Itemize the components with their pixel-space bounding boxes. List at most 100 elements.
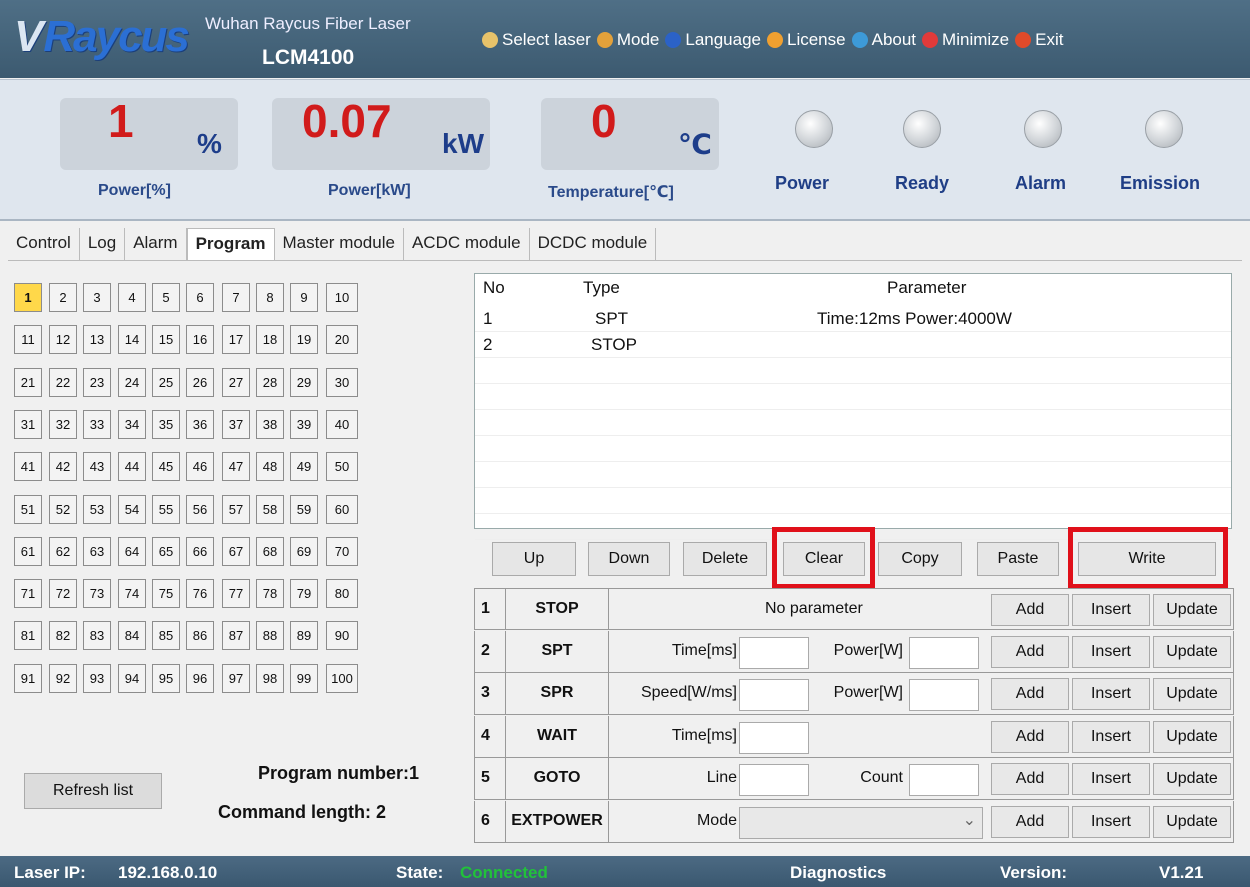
program-slot-button[interactable]: 83 — [83, 621, 111, 651]
param-input[interactable] — [909, 764, 979, 796]
program-slot-button[interactable]: 19 — [290, 325, 318, 355]
program-slot-button[interactable]: 43 — [83, 452, 111, 482]
menu-about[interactable]: About — [851, 30, 916, 50]
program-slot-button[interactable]: 7 — [222, 283, 250, 312]
program-slot-button[interactable]: 34 — [118, 409, 146, 439]
down-button[interactable]: Down — [588, 542, 670, 576]
program-slot-button[interactable]: 48 — [256, 452, 284, 482]
program-slot-button[interactable]: 32 — [49, 409, 77, 439]
program-slot-button[interactable]: 2 — [49, 283, 77, 312]
program-slot-button[interactable]: 13 — [83, 325, 111, 355]
program-slot-button[interactable]: 81 — [14, 621, 42, 651]
update-button[interactable]: Update — [1153, 720, 1231, 753]
program-slot-button[interactable]: 36 — [186, 409, 214, 439]
program-slot-button[interactable]: 22 — [49, 367, 77, 397]
insert-button[interactable]: Insert — [1072, 763, 1150, 795]
program-slot-button[interactable]: 47 — [222, 452, 250, 482]
program-slot-button[interactable]: 75 — [152, 579, 180, 609]
program-slot-button[interactable]: 25 — [152, 367, 180, 397]
program-slot-button[interactable]: 26 — [186, 367, 214, 397]
program-slot-button[interactable]: 61 — [14, 536, 42, 566]
program-slot-button[interactable]: 50 — [326, 452, 358, 482]
diagnostics-link[interactable]: Diagnostics — [790, 863, 886, 883]
program-slot-button[interactable]: 58 — [256, 494, 284, 524]
refresh-list-button[interactable]: Refresh list — [24, 773, 162, 809]
program-slot-button[interactable]: 91 — [14, 663, 42, 693]
program-slot-button[interactable]: 56 — [186, 494, 214, 524]
program-slot-button[interactable]: 77 — [222, 579, 250, 609]
program-slot-button[interactable]: 62 — [49, 536, 77, 566]
program-slot-button[interactable]: 10 — [326, 283, 358, 312]
insert-button[interactable]: Insert — [1072, 635, 1150, 668]
add-button[interactable]: Add — [991, 678, 1069, 710]
program-slot-button[interactable]: 71 — [14, 579, 42, 609]
program-slot-button[interactable]: 33 — [83, 409, 111, 439]
program-slot-button[interactable]: 99 — [290, 663, 318, 693]
program-slot-button[interactable]: 74 — [118, 579, 146, 609]
program-slot-button[interactable]: 11 — [14, 325, 42, 355]
program-slot-button[interactable]: 69 — [290, 536, 318, 566]
tab-master-module[interactable]: Master module — [275, 228, 404, 260]
program-slot-button[interactable]: 8 — [256, 283, 284, 312]
paste-button[interactable]: Paste — [977, 542, 1059, 576]
insert-button[interactable]: Insert — [1072, 594, 1150, 626]
program-slot-button[interactable]: 3 — [83, 283, 111, 312]
tab-log[interactable]: Log — [80, 228, 126, 260]
tab-program[interactable]: Program — [186, 228, 275, 260]
program-slot-button[interactable]: 29 — [290, 367, 318, 397]
program-slot-button[interactable]: 1 — [14, 283, 42, 312]
param-input[interactable] — [739, 764, 809, 796]
program-slot-button[interactable]: 52 — [49, 494, 77, 524]
tab-control[interactable]: Control — [8, 228, 80, 260]
program-slot-button[interactable]: 95 — [152, 663, 180, 693]
add-button[interactable]: Add — [991, 805, 1069, 838]
tab-dcdc-module[interactable]: DCDC module — [530, 228, 657, 260]
program-slot-button[interactable]: 100 — [326, 663, 358, 693]
program-slot-button[interactable]: 40 — [326, 409, 358, 439]
program-slot-button[interactable]: 97 — [222, 663, 250, 693]
program-slot-button[interactable]: 21 — [14, 367, 42, 397]
update-button[interactable]: Update — [1153, 763, 1231, 795]
menu-language[interactable]: Language — [665, 30, 761, 50]
program-slot-button[interactable]: 70 — [326, 536, 358, 566]
program-slot-button[interactable]: 78 — [256, 579, 284, 609]
program-slot-button[interactable]: 38 — [256, 409, 284, 439]
program-slot-button[interactable]: 66 — [186, 536, 214, 566]
program-slot-button[interactable]: 67 — [222, 536, 250, 566]
program-slot-button[interactable]: 23 — [83, 367, 111, 397]
program-slot-button[interactable]: 27 — [222, 367, 250, 397]
update-button[interactable]: Update — [1153, 805, 1231, 838]
insert-button[interactable]: Insert — [1072, 720, 1150, 753]
param-input[interactable] — [739, 636, 809, 669]
program-slot-button[interactable]: 5 — [152, 283, 180, 312]
program-slot-button[interactable]: 84 — [118, 621, 146, 651]
program-slot-button[interactable]: 37 — [222, 409, 250, 439]
program-command-list[interactable]: No Type Parameter 1 SPT Time:12ms Power:40… — [474, 273, 1232, 540]
program-slot-button[interactable]: 28 — [256, 367, 284, 397]
update-button[interactable]: Update — [1153, 594, 1231, 626]
program-slot-button[interactable]: 6 — [186, 283, 214, 312]
program-slot-button[interactable]: 4 — [118, 283, 146, 312]
program-slot-button[interactable]: 18 — [256, 325, 284, 355]
update-button[interactable]: Update — [1153, 635, 1231, 668]
program-slot-button[interactable]: 90 — [326, 621, 358, 651]
program-slot-button[interactable]: 17 — [222, 325, 250, 355]
program-slot-button[interactable]: 89 — [290, 621, 318, 651]
program-slot-button[interactable]: 46 — [186, 452, 214, 482]
program-slot-button[interactable]: 45 — [152, 452, 180, 482]
program-slot-button[interactable]: 49 — [290, 452, 318, 482]
param-input[interactable] — [739, 679, 809, 711]
program-slot-button[interactable]: 51 — [14, 494, 42, 524]
program-slot-button[interactable]: 72 — [49, 579, 77, 609]
program-slot-button[interactable]: 63 — [83, 536, 111, 566]
program-slot-button[interactable]: 41 — [14, 452, 42, 482]
menu-select-laser[interactable]: Select laser — [482, 30, 591, 50]
tab-acdc-module[interactable]: ACDC module — [404, 228, 530, 260]
program-slot-button[interactable]: 82 — [49, 621, 77, 651]
program-slot-button[interactable]: 92 — [49, 663, 77, 693]
program-slot-button[interactable]: 93 — [83, 663, 111, 693]
menu-mode[interactable]: Mode — [596, 30, 659, 50]
program-slot-button[interactable]: 60 — [326, 494, 358, 524]
update-button[interactable]: Update — [1153, 678, 1231, 710]
program-slot-button[interactable]: 14 — [118, 325, 146, 355]
